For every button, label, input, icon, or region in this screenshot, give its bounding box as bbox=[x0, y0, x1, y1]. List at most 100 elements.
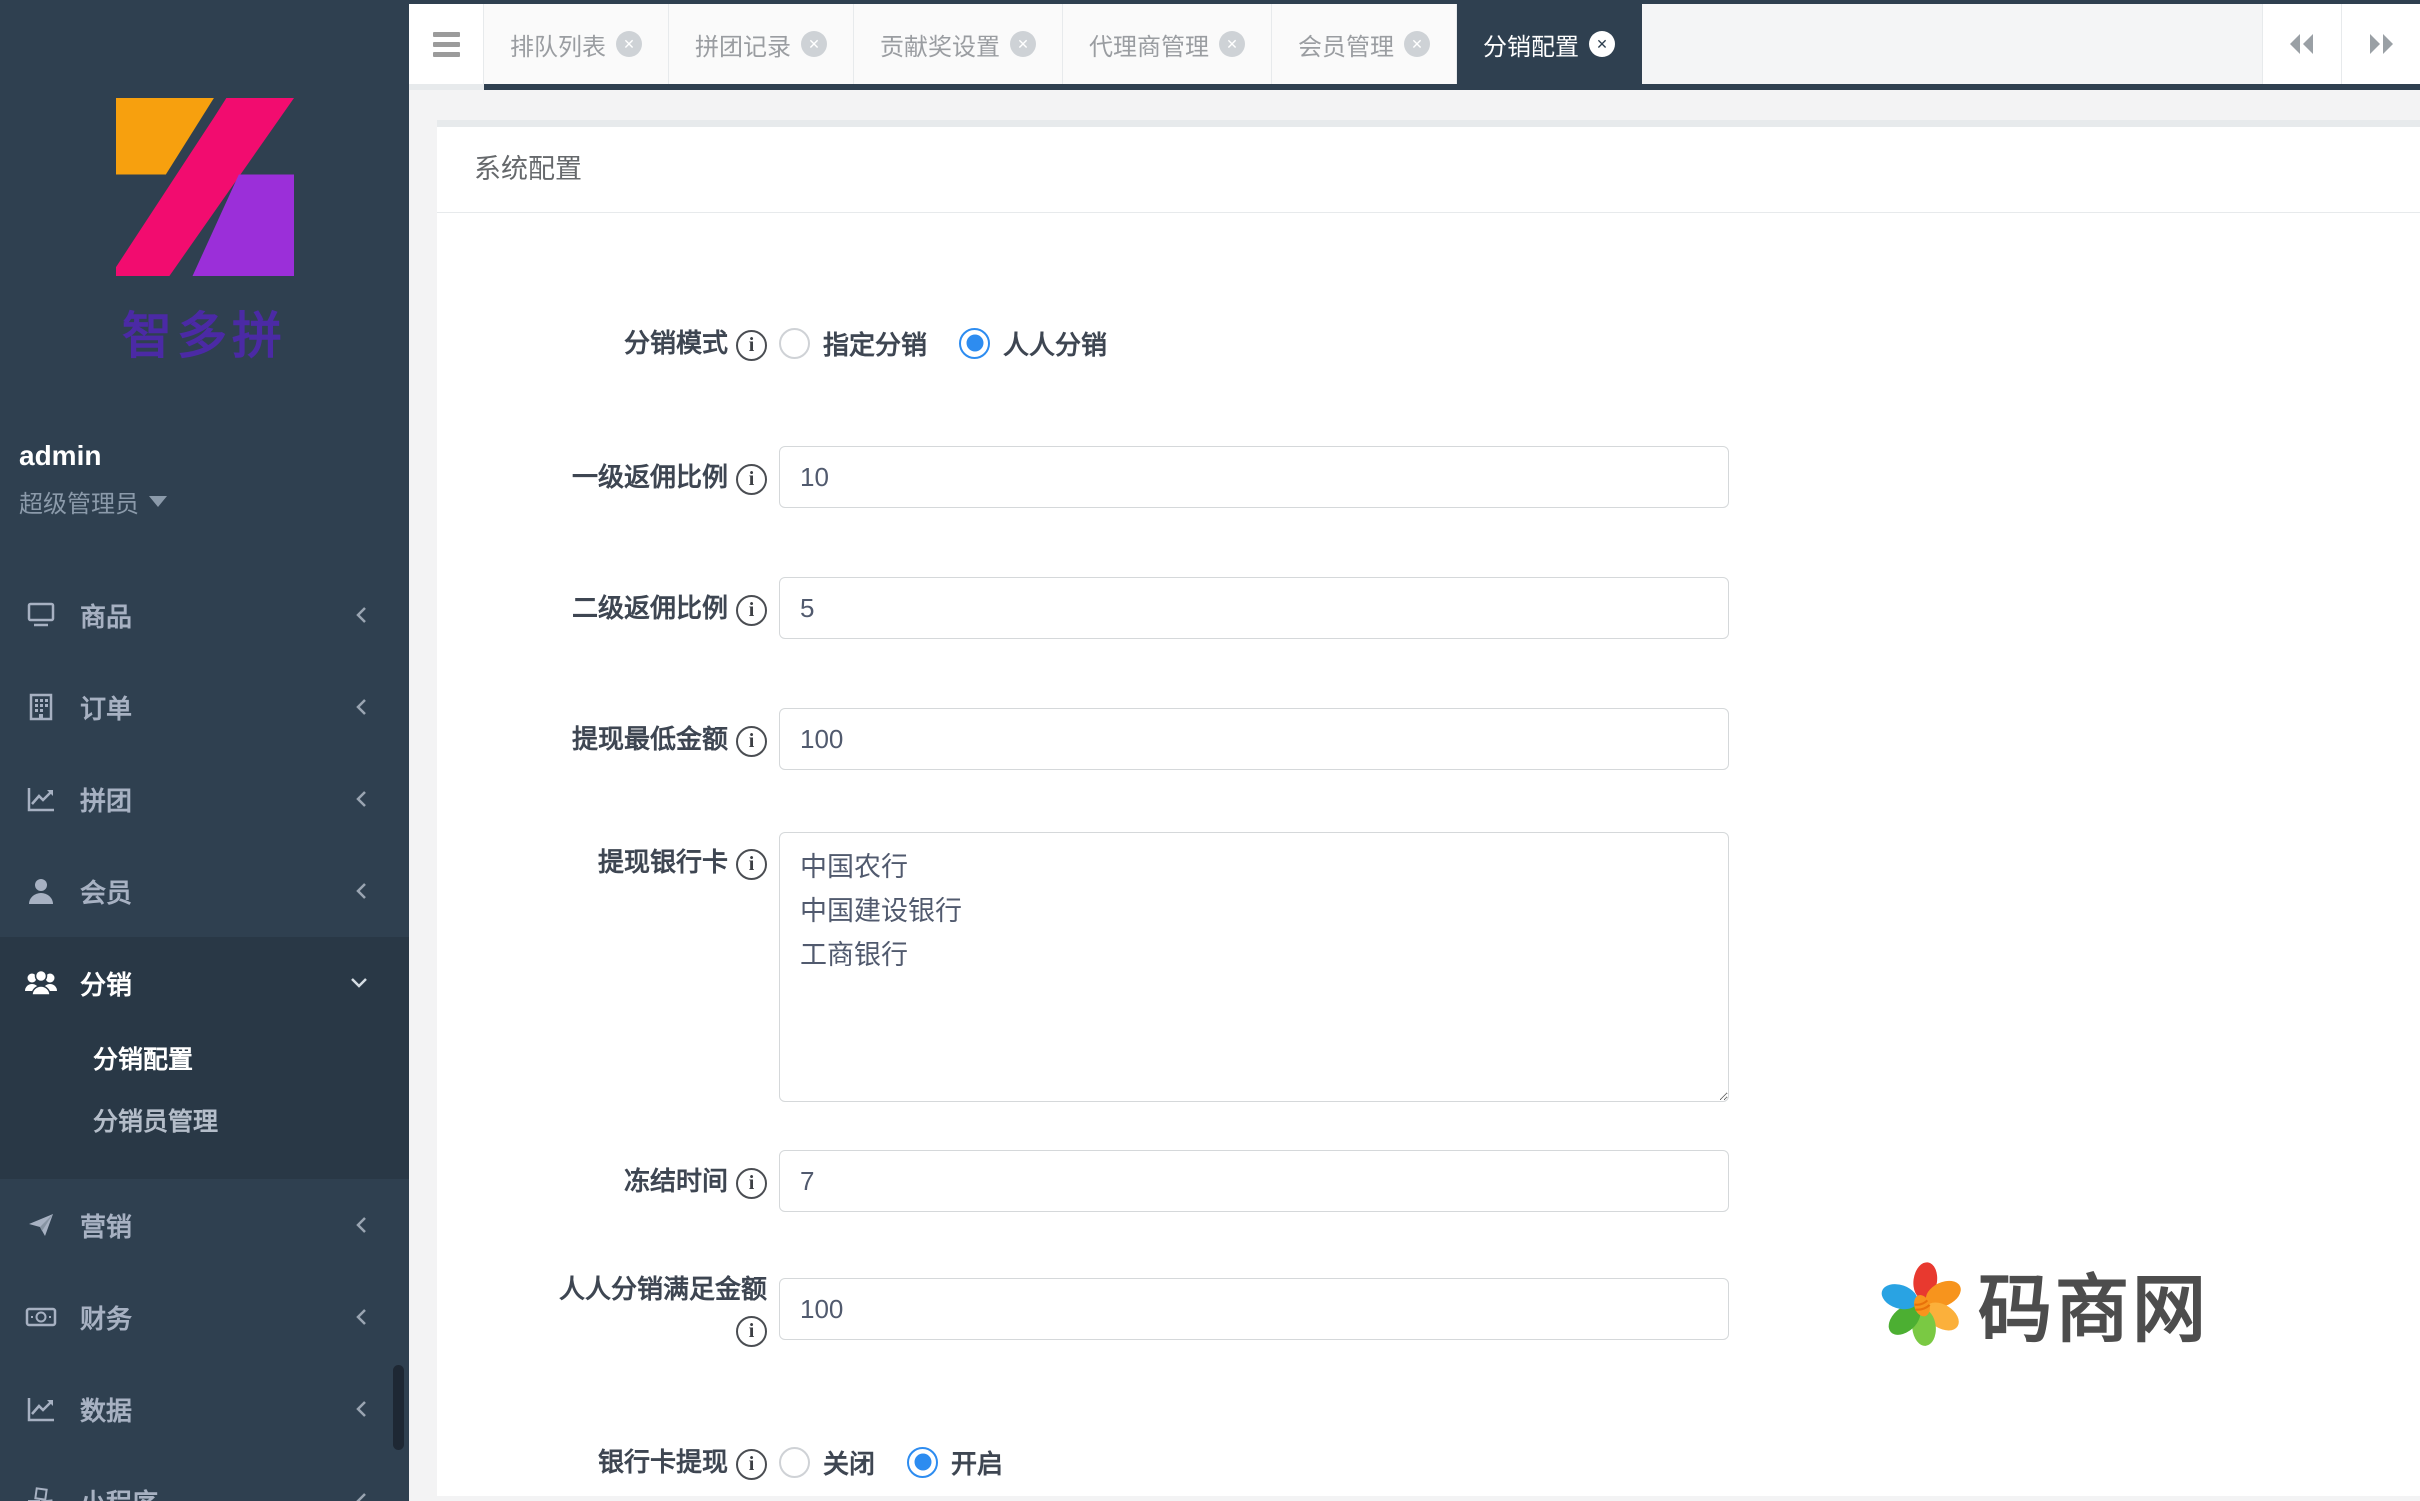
tab-label: 贡献奖设置 bbox=[880, 27, 1000, 62]
sidebar-item-marketing[interactable]: 营销 bbox=[0, 1179, 409, 1271]
freeze-time-input[interactable] bbox=[779, 1150, 1729, 1212]
field-label: 一级返佣比例i bbox=[527, 457, 767, 497]
fast-forward-icon bbox=[2363, 31, 2399, 57]
radio-checked-icon[interactable] bbox=[907, 1447, 938, 1478]
field-label: 二级返佣比例i bbox=[527, 588, 767, 628]
close-icon[interactable]: ✕ bbox=[1219, 31, 1245, 57]
hamburger-menu-button[interactable] bbox=[409, 4, 484, 84]
mode-radio-group: 指定分销 人人分销 bbox=[779, 325, 1139, 362]
chevron-down-icon bbox=[349, 975, 369, 991]
chevron-left-icon bbox=[353, 1215, 369, 1235]
sidebar-group-distribution: 分销 分销配置 分销员管理 bbox=[0, 937, 409, 1179]
chevron-left-icon bbox=[353, 605, 369, 625]
logo-z-icon bbox=[116, 98, 294, 276]
sidebar-subitem-distributor-manage[interactable]: 分销员管理 bbox=[0, 1091, 409, 1153]
money-icon bbox=[20, 1305, 62, 1329]
field-label: 分销模式i bbox=[527, 323, 767, 363]
tab-queue-list[interactable]: 排队列表 ✕ bbox=[484, 4, 669, 84]
form-row-freeze-time: 冻结时间i bbox=[437, 1150, 1729, 1212]
sidebar-item-orders[interactable]: 订单 bbox=[0, 661, 409, 753]
sidebar-item-goods[interactable]: 商品 bbox=[0, 569, 409, 661]
tab-member-manage[interactable]: 会员管理 ✕ bbox=[1272, 4, 1457, 84]
tab-label: 排队列表 bbox=[510, 27, 606, 62]
withdraw-banks-textarea[interactable]: 中国农行 中国建设银行 工商银行 bbox=[779, 832, 1729, 1102]
tab-distribution-config[interactable]: 分销配置 ✕ bbox=[1457, 4, 1642, 84]
info-icon: i bbox=[736, 595, 767, 626]
sidebar-item-label: 财务 bbox=[80, 1299, 132, 1336]
hamburger-icon bbox=[433, 27, 460, 62]
chevron-left-icon bbox=[353, 1399, 369, 1419]
sidebar-item-groupbuy[interactable]: 拼团 bbox=[0, 753, 409, 845]
radio-unchecked-icon[interactable] bbox=[779, 1447, 810, 1478]
close-icon[interactable]: ✕ bbox=[801, 31, 827, 57]
chevron-left-icon bbox=[353, 789, 369, 809]
caret-down-icon bbox=[149, 496, 167, 507]
sidebar-item-label: 商品 bbox=[80, 597, 132, 634]
radio-unchecked-icon[interactable] bbox=[779, 328, 810, 359]
radio-checked-icon[interactable] bbox=[959, 328, 990, 359]
sidebar-item-members[interactable]: 会员 bbox=[0, 845, 409, 937]
info-icon: i bbox=[736, 726, 767, 757]
radio-option-assigned-distribution[interactable]: 指定分销 bbox=[779, 325, 927, 362]
sidebar-subitem-distribution-config[interactable]: 分销配置 bbox=[0, 1029, 409, 1091]
tabs-scroll-forward-button[interactable] bbox=[2341, 4, 2420, 84]
sidebar-item-data[interactable]: 数据 bbox=[0, 1363, 409, 1455]
sidebar-nav: 商品 订单 拼团 bbox=[0, 569, 409, 1501]
tab-contribution-award[interactable]: 贡献奖设置 ✕ bbox=[854, 4, 1063, 84]
radio-option-off[interactable]: 关闭 bbox=[779, 1444, 875, 1481]
close-icon[interactable]: ✕ bbox=[1589, 31, 1615, 57]
sidebar-item-distribution[interactable]: 分销 bbox=[0, 937, 409, 1029]
user-role-label: 超级管理员 bbox=[19, 484, 139, 519]
user-icon bbox=[20, 877, 62, 905]
min-withdraw-input[interactable] bbox=[779, 708, 1729, 770]
tab-group-records[interactable]: 拼团记录 ✕ bbox=[669, 4, 854, 84]
chevron-left-icon bbox=[353, 1307, 369, 1327]
field-label: 提现最低金额i bbox=[527, 719, 767, 759]
field-label: 人人分销满足金额i bbox=[527, 1269, 767, 1349]
sidebar-item-finance[interactable]: 财务 bbox=[0, 1271, 409, 1363]
tab-agent-manage[interactable]: 代理商管理 ✕ bbox=[1063, 4, 1272, 84]
form-row-bank-withdraw: 银行卡提现i 关闭 开启 bbox=[437, 1440, 1035, 1484]
chevron-left-icon bbox=[353, 1491, 369, 1501]
close-icon[interactable]: ✕ bbox=[1404, 31, 1430, 57]
tab-bar: 排队列表 ✕ 拼团记录 ✕ 贡献奖设置 ✕ 代理商管理 ✕ 会员管理 ✕ 分销配… bbox=[409, 0, 2420, 84]
flower-logo-icon bbox=[1880, 1262, 1964, 1346]
users-group-icon bbox=[20, 969, 62, 997]
tab-bar-filler bbox=[1642, 4, 2262, 84]
sidebar-item-label: 分销 bbox=[80, 965, 132, 1002]
tab-label: 分销配置 bbox=[1483, 27, 1579, 62]
info-icon: i bbox=[736, 1449, 767, 1480]
user-block: admin 超级管理员 bbox=[0, 440, 409, 519]
monitor-icon bbox=[20, 601, 62, 629]
sidebar-item-label: 营销 bbox=[80, 1207, 132, 1244]
user-role-dropdown[interactable]: 超级管理员 bbox=[19, 484, 167, 519]
radio-option-everyone-distribution[interactable]: 人人分销 bbox=[959, 325, 1107, 362]
level2-rate-input[interactable] bbox=[779, 577, 1729, 639]
sidebar-scrollbar-thumb[interactable] bbox=[393, 1365, 404, 1450]
tabs-scroll-back-button[interactable] bbox=[2262, 4, 2341, 84]
form-row-min-withdraw: 提现最低金额i bbox=[437, 708, 1729, 770]
sidebar-item-label: 拼团 bbox=[80, 781, 132, 818]
sidebar-item-label: 数据 bbox=[80, 1391, 132, 1428]
field-label: 冻结时间i bbox=[527, 1161, 767, 1201]
form-row-level2-rate: 二级返佣比例i bbox=[437, 577, 1729, 639]
level1-rate-input[interactable] bbox=[779, 446, 1729, 508]
info-icon: i bbox=[736, 464, 767, 495]
radio-option-on[interactable]: 开启 bbox=[907, 1444, 1003, 1481]
tab-label: 拼团记录 bbox=[695, 27, 791, 62]
panel-title: 系统配置 bbox=[437, 127, 2420, 213]
cubes-icon bbox=[20, 1487, 62, 1501]
field-label: 银行卡提现i bbox=[527, 1442, 767, 1482]
sidebar: 智多拼 admin 超级管理员 商品 bbox=[0, 0, 409, 1501]
form-row-everyone-amount: 人人分销满足金额i bbox=[437, 1278, 1729, 1340]
paper-plane-icon bbox=[20, 1211, 62, 1239]
building-icon bbox=[20, 693, 62, 721]
watermark-text: 码商网 bbox=[1978, 1250, 2209, 1357]
sidebar-item-miniprogram[interactable]: 小程序 bbox=[0, 1455, 409, 1501]
close-icon[interactable]: ✕ bbox=[1010, 31, 1036, 57]
everyone-amount-input[interactable] bbox=[779, 1278, 1729, 1340]
chevron-left-icon bbox=[353, 697, 369, 717]
sidebar-item-label: 订单 bbox=[80, 689, 132, 726]
close-icon[interactable]: ✕ bbox=[616, 31, 642, 57]
info-icon: i bbox=[736, 1316, 767, 1347]
